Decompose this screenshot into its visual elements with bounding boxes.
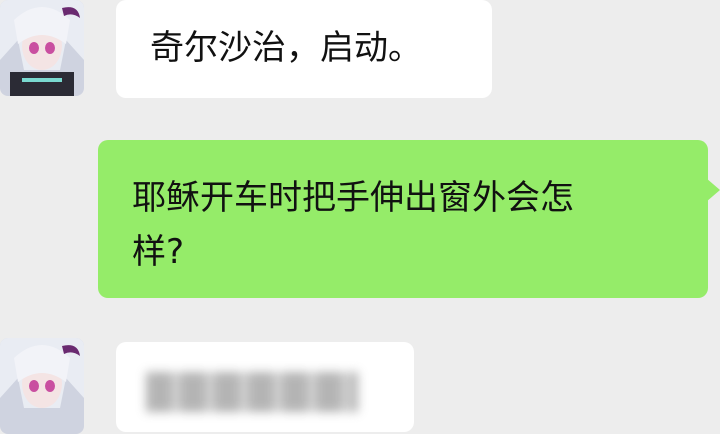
avatar-portrait bbox=[0, 0, 84, 96]
avatar-assistant[interactable] bbox=[0, 0, 84, 96]
blurred-text bbox=[146, 372, 358, 412]
message-text: 奇尔沙治，启动。 bbox=[150, 28, 422, 68]
avatar-assistant[interactable] bbox=[0, 338, 84, 434]
bubble-tail bbox=[706, 178, 720, 202]
message-text-line-1: 耶稣开车时把手伸出窗外会怎 bbox=[132, 178, 574, 218]
message-bubble-incoming[interactable]: 奇尔沙治，启动。 bbox=[116, 0, 492, 98]
message-text-line-2: 样? bbox=[132, 232, 185, 272]
avatar-portrait bbox=[0, 338, 84, 434]
message-bubble-outgoing[interactable]: 耶稣开车时把手伸出窗外会怎 样? bbox=[98, 140, 708, 298]
